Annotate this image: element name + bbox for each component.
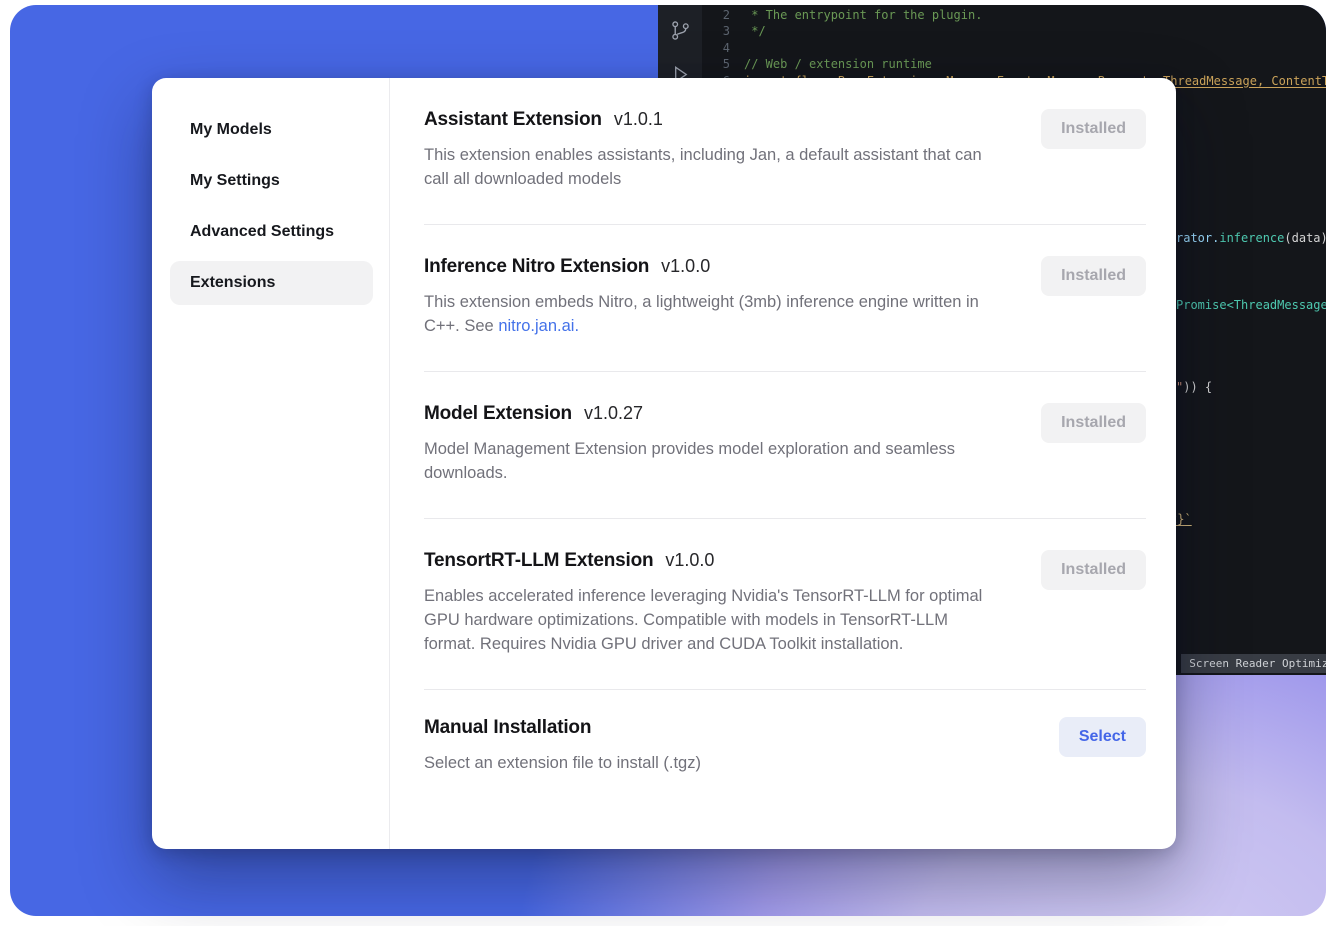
extension-title: Model Extension bbox=[424, 403, 572, 425]
extension-version: v1.0.27 bbox=[584, 403, 643, 424]
manual-installation-title: Manual Installation bbox=[424, 717, 591, 739]
extension-description: Enables accelerated inference leveraging… bbox=[424, 584, 1002, 656]
code-line: 4 bbox=[702, 40, 1326, 56]
extension-version: v1.0.0 bbox=[665, 550, 714, 571]
extension-version: v1.0.1 bbox=[614, 109, 663, 130]
code-area: 2 * The entrypoint for the plugin. 3 */ … bbox=[702, 7, 1326, 89]
code-line: 2 * The entrypoint for the plugin. bbox=[702, 7, 1326, 23]
extension-row-inference-nitro: Inference Nitro Extension v1.0.0 This ex… bbox=[424, 225, 1146, 372]
select-file-button[interactable]: Select bbox=[1059, 717, 1146, 757]
sidebar-item-label: My Settings bbox=[190, 172, 280, 190]
screen-reader-status-chip[interactable]: Screen Reader Optimized bbox=[1181, 654, 1326, 673]
source-control-icon[interactable] bbox=[669, 19, 692, 45]
installed-button[interactable]: Installed bbox=[1041, 109, 1146, 149]
extension-title: Inference Nitro Extension bbox=[424, 256, 649, 278]
code-fragment: ")) { bbox=[1176, 380, 1212, 394]
code-fragment: Promise<ThreadMessage> bbox=[1176, 298, 1326, 312]
extension-description: Model Management Extension provides mode… bbox=[424, 437, 1002, 485]
sidebar-item-advanced-settings[interactable]: Advanced Settings bbox=[170, 210, 373, 254]
nitro-jan-ai-link[interactable]: nitro.jan.ai. bbox=[498, 317, 579, 335]
extension-row-assistant: Assistant Extension v1.0.1 This extensio… bbox=[424, 78, 1146, 225]
installed-button[interactable]: Installed bbox=[1041, 550, 1146, 590]
extensions-list: Assistant Extension v1.0.1 This extensio… bbox=[390, 78, 1176, 849]
sidebar-item-label: Extensions bbox=[190, 274, 275, 292]
sidebar-item-my-settings[interactable]: My Settings bbox=[170, 159, 373, 203]
line-number: 3 bbox=[702, 23, 730, 39]
extension-description: This extension embeds Nitro, a lightweig… bbox=[424, 290, 1002, 338]
code-text: */ bbox=[744, 23, 766, 39]
sidebar-item-label: Advanced Settings bbox=[190, 223, 334, 241]
code-line: 3 */ bbox=[702, 23, 1326, 39]
line-number: 2 bbox=[702, 7, 730, 23]
editor-status-bar: go Screen Reader Optimized bbox=[1158, 654, 1326, 673]
code-fragment: rator.inference(data)); bbox=[1176, 231, 1326, 245]
extension-title: Assistant Extension bbox=[424, 109, 602, 131]
extension-version: v1.0.0 bbox=[661, 256, 710, 277]
code-text: * The entrypoint for the plugin. bbox=[744, 7, 982, 23]
extension-title: TensortRT-LLM Extension bbox=[424, 550, 653, 572]
sidebar-item-label: My Models bbox=[190, 121, 272, 139]
settings-modal: My Models My Settings Advanced Settings … bbox=[152, 78, 1176, 849]
code-line: 5 // Web / extension runtime bbox=[702, 56, 1326, 72]
sidebar-item-my-models[interactable]: My Models bbox=[170, 108, 373, 152]
extension-row-model: Model Extension v1.0.27 Model Management… bbox=[424, 372, 1146, 519]
sidebar-item-extensions[interactable]: Extensions bbox=[170, 261, 373, 305]
line-number: 5 bbox=[702, 56, 730, 72]
extension-row-tensorrt-llm: TensortRT-LLM Extension v1.0.0 Enables a… bbox=[424, 519, 1146, 690]
manual-installation-row: Manual Installation Select an extension … bbox=[424, 690, 1146, 808]
installed-button[interactable]: Installed bbox=[1041, 403, 1146, 443]
settings-sidebar: My Models My Settings Advanced Settings … bbox=[152, 78, 390, 849]
manual-installation-description: Select an extension file to install (.tg… bbox=[424, 751, 1002, 775]
extension-description: This extension enables assistants, inclu… bbox=[424, 143, 1002, 191]
installed-button[interactable]: Installed bbox=[1041, 256, 1146, 296]
line-number: 4 bbox=[702, 40, 730, 56]
code-text: // Web / extension runtime bbox=[744, 56, 932, 72]
